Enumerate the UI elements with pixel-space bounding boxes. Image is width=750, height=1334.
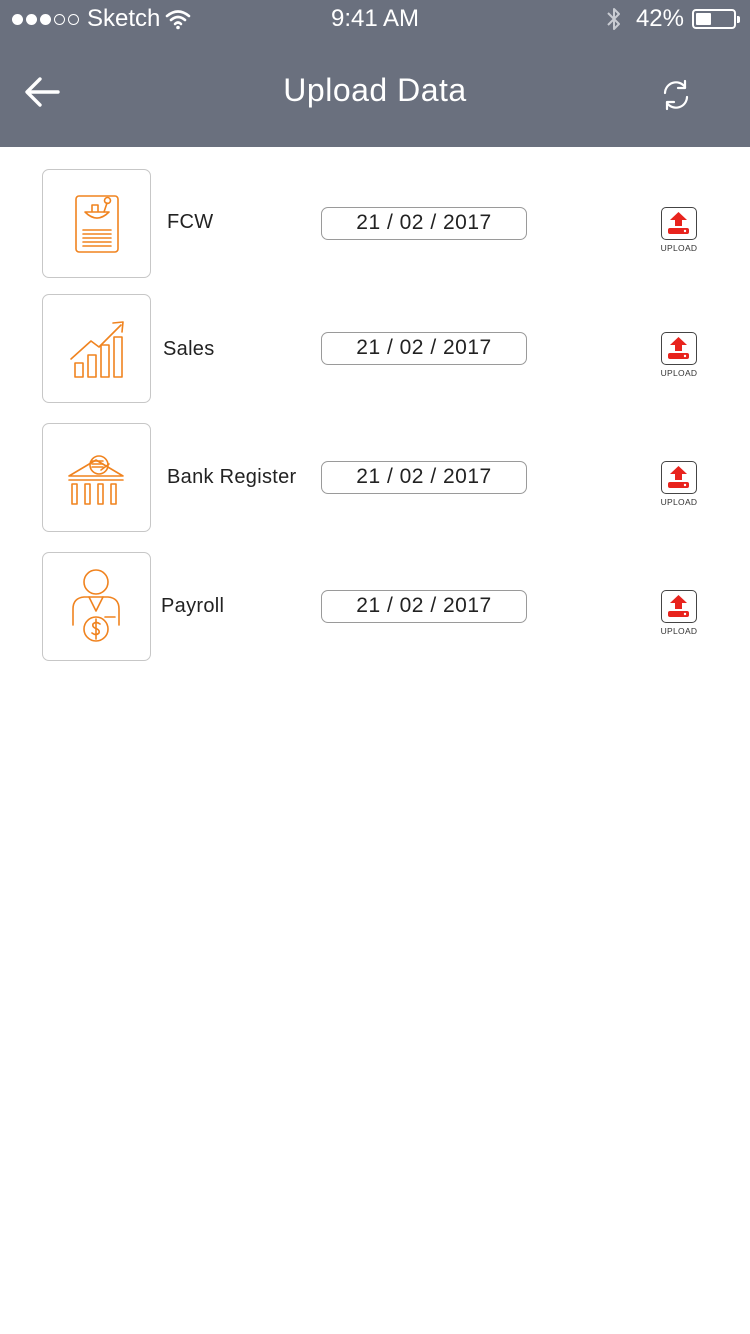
battery-icon (692, 9, 740, 29)
status-bar: Sketch 9:41 AM 42% (0, 0, 750, 40)
date-field[interactable]: 21 / 02 / 2017 (321, 461, 527, 494)
battery-level (696, 13, 711, 25)
person-dollar-icon (72, 569, 120, 642)
date-field[interactable]: 21 / 02 / 2017 (321, 207, 527, 240)
item-label: Payroll (161, 595, 225, 617)
upload-icon-box (661, 207, 697, 240)
bank-icon (68, 455, 124, 505)
list-item-sales[interactable]: Sales 21 / 02 / 2017 UPLOAD (0, 294, 750, 404)
date-field[interactable]: 21 / 02 / 2017 (321, 590, 527, 623)
date-field[interactable]: 21 / 02 / 2017 (321, 332, 527, 365)
upload-icon (668, 212, 689, 234)
item-icon-tile (42, 294, 151, 403)
upload-icon-box (661, 590, 697, 623)
upload-icon (668, 466, 689, 488)
list-item-fcw[interactable]: FCW 21 / 02 / 2017 UPLOAD (0, 169, 750, 279)
item-label: FCW (167, 211, 214, 233)
growth-chart-icon (70, 321, 124, 378)
item-icon-tile (42, 423, 151, 532)
page-title: Upload Data (283, 72, 467, 108)
upload-button[interactable]: UPLOAD (658, 590, 700, 640)
list-item-payroll[interactable]: Payroll 21 / 02 / 2017 UPLOAD (0, 552, 750, 662)
upload-button[interactable]: UPLOAD (658, 332, 700, 382)
app-header: Sketch 9:41 AM 42% Upload Data (0, 0, 750, 147)
list-item-bank-register[interactable]: Bank Register 21 / 02 / 2017 UPLOAD (0, 423, 750, 533)
upload-label: UPLOAD (660, 368, 698, 378)
item-label: Sales (163, 338, 215, 360)
battery-nub (737, 16, 740, 23)
upload-button[interactable]: UPLOAD (658, 461, 700, 511)
item-icon-tile (42, 169, 151, 278)
refresh-icon[interactable] (660, 78, 692, 112)
upload-label: UPLOAD (660, 497, 698, 507)
battery-percentage: 42% (635, 5, 684, 32)
status-right: 42% (604, 5, 740, 33)
upload-icon-box (661, 332, 697, 365)
upload-icon (668, 595, 689, 617)
upload-label: UPLOAD (660, 243, 698, 253)
upload-label: UPLOAD (660, 626, 698, 636)
bluetooth-icon (607, 8, 620, 30)
upload-icon (668, 337, 689, 359)
upload-button[interactable]: UPLOAD (658, 207, 700, 257)
item-label: Bank Register (167, 466, 297, 488)
item-icon-tile (42, 552, 151, 661)
document-bowl-icon (75, 195, 119, 253)
upload-icon-box (661, 461, 697, 494)
